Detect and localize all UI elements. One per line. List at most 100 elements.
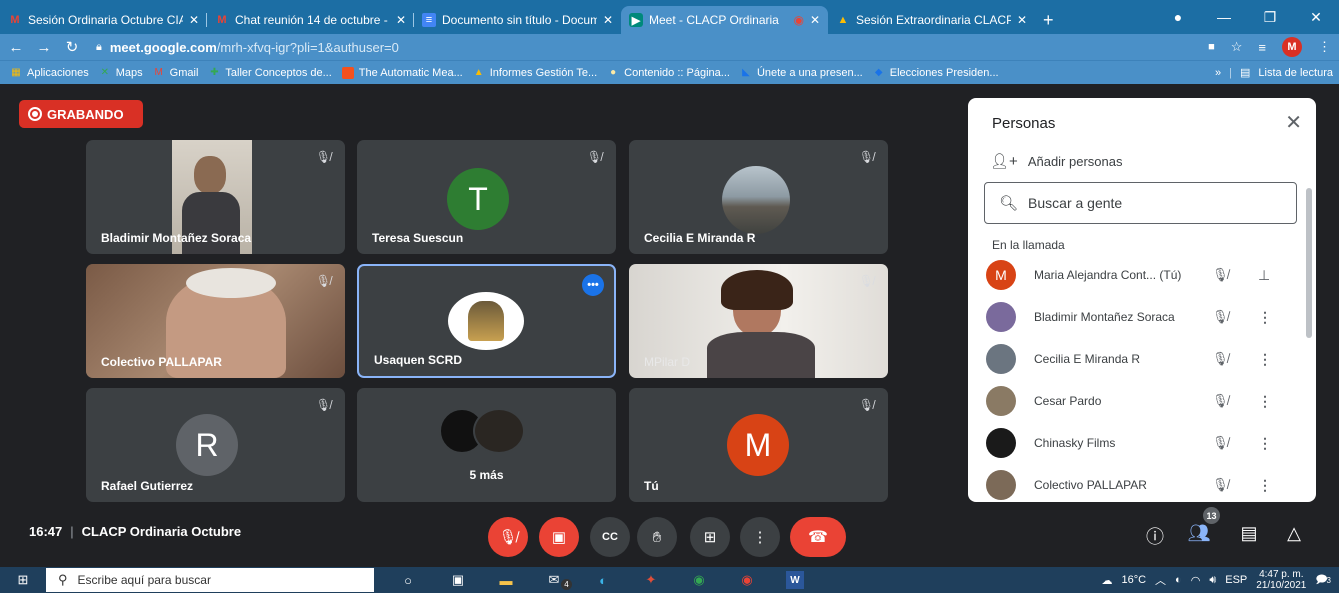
browser-tab-active[interactable]: ▶ Meet - CLACP Ordinaria ◉ ✕	[621, 6, 828, 34]
back-icon[interactable]: ←	[4, 39, 28, 56]
close-icon[interactable]: ✕	[189, 13, 199, 27]
participant-row[interactable]: Cecilia E Miranda R 🎙︎̸ ⋮	[986, 342, 1286, 376]
language-indicator[interactable]: ESP	[1225, 574, 1247, 586]
profile-avatar[interactable]: M	[1282, 37, 1302, 57]
recording-badge[interactable]: GRABANDO	[19, 100, 143, 128]
bookmark-item[interactable]: ✚ Taller Conceptos de...	[208, 67, 332, 79]
bookmark-apps[interactable]: ▦ Aplicaciones	[10, 67, 89, 79]
bookmark-item[interactable]: ◆ Elecciones Presiden...	[873, 67, 999, 79]
people-button[interactable]: 👥︎	[1186, 523, 1212, 544]
edge-icon[interactable]: ◐	[594, 571, 612, 589]
wifi-icon[interactable]: ◠	[1191, 574, 1201, 587]
leave-call-button[interactable]: ☎︎	[790, 517, 846, 557]
participant-tile[interactable]: 🎙︎̸ MPilar D	[629, 264, 888, 378]
mail-icon[interactable]: ✉	[545, 571, 563, 589]
system-clock[interactable]: 4:47 p. m. 21/10/2021	[1256, 569, 1306, 591]
participant-row[interactable]: Bladimir Montañez Soraca 🎙︎̸ ⋮	[986, 300, 1286, 334]
close-icon[interactable]: ✕	[1017, 13, 1027, 27]
url-field[interactable]: 🔒︎ meet.google.com /mrh-xfvq-igr?pli=1&a…	[96, 40, 399, 55]
browser-tab[interactable]: M Sesión Ordinaria Octubre CIA ✕	[0, 6, 207, 34]
app-icon[interactable]: ✦	[642, 571, 660, 589]
restore-icon[interactable]: ❐	[1247, 9, 1293, 26]
store-icon[interactable]: ▣	[449, 571, 467, 589]
more-vert-icon[interactable]: ⋮	[1318, 39, 1331, 55]
more-vert-icon[interactable]: ⋮	[1258, 309, 1272, 326]
participant-tile[interactable]: 🎙︎̸ Bladimir Montañez Soraca	[86, 140, 345, 254]
more-vert-icon[interactable]: ⋮	[1258, 393, 1272, 410]
bookmarks-overflow-button[interactable]: »	[1215, 67, 1221, 79]
bookmark-item[interactable]: ● Contenido :: Página...	[607, 67, 730, 79]
meeting-details-button[interactable]: ⓘ	[1142, 523, 1168, 549]
weather-temp[interactable]: 16°C	[1121, 574, 1146, 586]
gmail-icon: M	[217, 14, 227, 26]
panel-scrollbar[interactable]	[1306, 188, 1312, 338]
participant-tile-self[interactable]: 🎙︎̸ M Tú	[629, 388, 888, 502]
participant-tile[interactable]: 🎙︎̸ T Teresa Suescun	[357, 140, 616, 254]
new-tab-button[interactable]: +	[1043, 6, 1054, 34]
browser-tab[interactable]: M Chat reunión 14 de octubre - ✕	[207, 6, 414, 34]
close-icon[interactable]: ✕	[810, 13, 820, 27]
minimize-icon[interactable]: —	[1201, 9, 1247, 25]
present-button[interactable]: ⊞	[690, 517, 730, 557]
camera-toggle-button[interactable]: ▣	[539, 517, 579, 557]
browser-tab[interactable]: ▲ Sesión Extraordinaria CLACP ✕	[828, 6, 1035, 34]
mic-toggle-button[interactable]: 🎙︎̸	[488, 517, 528, 557]
camera-icon[interactable]: ■	[1208, 41, 1215, 53]
reading-list-button[interactable]: Lista de lectura	[1258, 67, 1333, 79]
browser-tab[interactable]: ≡ Documento sin título - Docum ✕	[414, 6, 621, 34]
meeting-name: CLACP Ordinaria Octubre	[81, 524, 242, 539]
bookmark-label: The Automatic Mea...	[358, 66, 463, 79]
media-queue-icon[interactable]: ≡	[1258, 40, 1266, 55]
mail-badge: 4	[561, 579, 572, 590]
participant-row[interactable]: Colectivo PALLAPAR 🎙︎̸ ⋮	[986, 468, 1286, 502]
meeting-info: 16:47 | CLACP Ordinaria Octubre	[29, 524, 241, 539]
bookmark-item[interactable]: ▲ Informes Gestión Te...	[473, 67, 597, 79]
bookmark-maps[interactable]: ✕ Maps	[99, 67, 143, 79]
bookmark-icon: ✚	[210, 67, 219, 78]
chevron-up-icon[interactable]: ︿	[1155, 572, 1166, 588]
pin-icon[interactable]: ⊥	[1258, 267, 1270, 284]
close-icon[interactable]: ✕	[396, 13, 406, 27]
bookmark-gmail[interactable]: M Gmail	[153, 67, 199, 79]
forward-icon[interactable]: →	[32, 39, 56, 56]
volume-icon[interactable]: 🔊︎	[1209, 574, 1216, 587]
task-view-icon[interactable]: ○	[399, 571, 417, 589]
reload-icon[interactable]: ↻	[60, 38, 84, 56]
bookmark-item[interactable]: The Automatic Mea...	[341, 66, 463, 79]
participant-row[interactable]: Chinasky Films 🎙︎̸ ⋮	[986, 426, 1286, 460]
chrome-icon[interactable]: ◉	[690, 571, 708, 589]
participant-tile-group[interactable]: 5 más	[357, 388, 616, 502]
windows-start-icon[interactable]: ⊞	[14, 571, 32, 589]
close-window-icon[interactable]: ✕	[1293, 9, 1339, 26]
chat-button[interactable]: ▤	[1236, 523, 1262, 544]
person-silhouette	[707, 332, 815, 378]
close-icon[interactable]: ✕	[603, 13, 613, 27]
star-icon[interactable]: ☆	[1231, 39, 1243, 55]
word-icon[interactable]: W	[786, 571, 804, 589]
raise-hand-button[interactable]: ✋︎	[637, 517, 677, 557]
file-explorer-icon[interactable]: ▬	[497, 571, 515, 589]
captions-button[interactable]: CC	[590, 517, 630, 557]
more-vert-icon[interactable]: ⋮	[1258, 351, 1272, 368]
participant-row[interactable]: Cesar Pardo 🎙︎̸ ⋮	[986, 384, 1286, 418]
network-icon[interactable]: ◐	[1175, 574, 1182, 586]
taskbar-search-input[interactable]: ⚲ Escribe aquí para buscar	[46, 568, 374, 592]
more-vert-icon[interactable]: ⋮	[1258, 435, 1272, 452]
chrome-icon[interactable]: ◉	[738, 571, 756, 589]
participant-tile-active[interactable]: ••• Usaquen SCRD	[357, 264, 616, 378]
close-panel-button[interactable]: ✕	[1285, 110, 1302, 135]
participant-tile[interactable]: 🎙︎̸ Cecilia E Miranda R	[629, 140, 888, 254]
more-options-button[interactable]: •••	[582, 274, 604, 296]
profile-dot-icon[interactable]: ●	[1155, 9, 1201, 25]
maps-icon: ✕	[100, 67, 109, 78]
participant-tile[interactable]: 🎙︎̸ Colectivo PALLAPAR	[86, 264, 345, 378]
add-people-button[interactable]: 👤︎+ Añadir personas	[990, 152, 1122, 170]
more-vert-icon[interactable]: ⋮	[1258, 477, 1272, 494]
more-options-button[interactable]: ⋮	[740, 517, 780, 557]
participant-tile[interactable]: 🎙︎̸ R Rafael Gutierrez	[86, 388, 345, 502]
bookmark-item[interactable]: ◣ Únete a una presen...	[740, 67, 863, 79]
panel-title: Personas	[992, 115, 1056, 132]
activities-button[interactable]: △	[1281, 523, 1307, 544]
people-search-input[interactable]: 🔍︎ Buscar a gente	[984, 182, 1297, 224]
participant-row[interactable]: M Maria Alejandra Cont... (Tú) 🎙︎̸ ⊥	[986, 258, 1286, 292]
